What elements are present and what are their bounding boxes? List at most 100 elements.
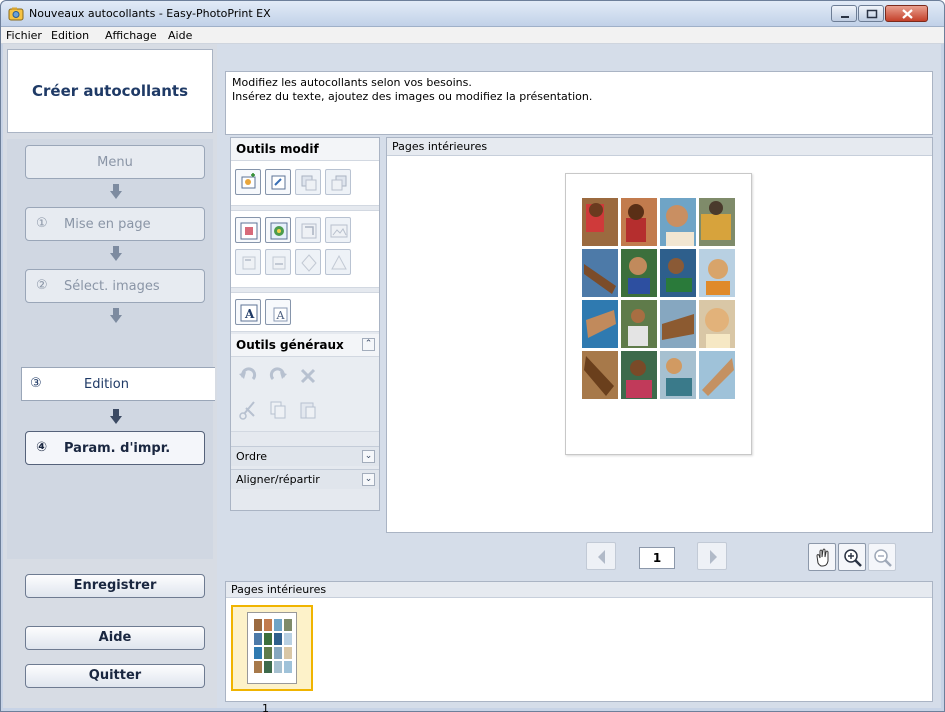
undo-icon xyxy=(239,367,257,381)
image-edit-button[interactable] xyxy=(265,217,291,243)
thumbnail-panel: Pages intérieures 1 xyxy=(225,581,933,712)
general-tools-group xyxy=(231,356,379,432)
replace-image-icon xyxy=(271,175,286,190)
instruction-box: Modifiez les autocollants selon vos beso… xyxy=(225,71,933,135)
step-print-settings-button[interactable]: ④ Param. d'impr. xyxy=(25,431,205,465)
effect-button[interactable] xyxy=(325,249,351,275)
zoom-in-button[interactable] xyxy=(838,543,866,571)
maximize-button[interactable] xyxy=(858,5,884,22)
next-page-button[interactable] xyxy=(697,542,727,570)
add-image-button[interactable] xyxy=(235,169,261,195)
page-navigation: 1 xyxy=(386,536,933,576)
order-section[interactable]: Ordre ⌄ xyxy=(231,446,379,466)
step-label: Mise en page xyxy=(64,217,151,232)
general-tools-label: Outils généraux xyxy=(236,338,344,352)
frame-icon xyxy=(240,222,258,240)
flip-button[interactable] xyxy=(295,249,321,275)
send-backward-button[interactable] xyxy=(325,169,351,195)
add-text-button[interactable]: A xyxy=(235,299,261,325)
menu-fichier[interactable]: Fichier xyxy=(6,29,42,42)
help-button[interactable]: Aide xyxy=(25,626,205,650)
thumbnail-photos xyxy=(254,619,292,673)
zoom-out-button[interactable] xyxy=(868,543,896,571)
layer-down-icon xyxy=(331,175,347,191)
rotate-left-button[interactable] xyxy=(235,249,261,275)
close-button[interactable] xyxy=(885,5,928,22)
preview-header: Pages intérieures xyxy=(387,138,932,156)
paste-icon xyxy=(300,402,316,419)
minimize-button[interactable] xyxy=(831,5,857,22)
delete-button[interactable] xyxy=(295,363,321,389)
page-number: 1 xyxy=(639,547,675,569)
undo-button[interactable] xyxy=(235,363,261,389)
add-text-icon: A xyxy=(240,304,258,322)
save-button[interactable]: Enregistrer xyxy=(25,574,205,598)
collapse-icon[interactable]: ⌃ xyxy=(362,338,375,351)
menu-bar: Fichier Edition Affichage Aide xyxy=(1,27,944,44)
step-label: Edition xyxy=(84,377,129,392)
thumbnail-label: 1 xyxy=(262,702,269,712)
step-label: Sélect. images xyxy=(64,279,160,294)
title-bar[interactable]: Nouveaux autocollants - Easy-PhotoPrint … xyxy=(1,1,944,27)
nav-header: Créer autocollants xyxy=(7,49,213,133)
step-list: Menu ① Mise en page ② Sélect. images ④ P… xyxy=(7,139,213,559)
edit-tools-group-2 xyxy=(231,210,379,288)
svg-text:A: A xyxy=(276,309,286,322)
step-label: Param. d'impr. xyxy=(64,441,171,456)
flip-icon xyxy=(301,254,317,272)
page-thumbnail[interactable] xyxy=(231,605,313,691)
cut-icon xyxy=(239,401,255,420)
crop-button[interactable] xyxy=(295,217,321,243)
rotate-left-icon xyxy=(242,256,256,270)
replace-image-button[interactable] xyxy=(265,169,291,195)
hand-icon xyxy=(816,548,829,567)
image-properties-icon xyxy=(330,224,348,238)
expand-icon[interactable]: ⌄ xyxy=(362,473,375,486)
text-tools-group: A A xyxy=(231,292,379,332)
align-section[interactable]: Aligner/répartir ⌄ xyxy=(231,469,379,489)
expand-icon[interactable]: ⌄ xyxy=(362,450,375,463)
delete-icon xyxy=(300,368,316,384)
preview-panel: Pages intérieures xyxy=(386,137,933,533)
zoom-in-icon xyxy=(844,549,862,567)
add-image-icon xyxy=(241,173,256,189)
menu-aide[interactable]: Aide xyxy=(168,29,192,42)
app-icon xyxy=(8,7,24,21)
frame-button[interactable] xyxy=(235,217,261,243)
paste-button[interactable] xyxy=(295,397,321,423)
previous-page-button[interactable] xyxy=(586,542,616,570)
step-number: ② xyxy=(36,278,48,293)
menu-affichage[interactable]: Affichage xyxy=(105,29,157,42)
redo-button[interactable] xyxy=(265,363,291,389)
step-edition-current[interactable]: ③ Edition xyxy=(21,367,215,401)
quit-button[interactable]: Quitter xyxy=(25,664,205,688)
down-arrow-icon xyxy=(110,308,122,323)
edit-tools-group-1 xyxy=(231,160,379,206)
copy-icon xyxy=(270,401,286,419)
thumbnail-page xyxy=(247,612,297,684)
layer-up-icon xyxy=(301,175,317,191)
step-menu-button[interactable]: Menu xyxy=(25,145,205,179)
copy-button[interactable] xyxy=(265,397,291,423)
align-label: Aligner/répartir xyxy=(236,473,320,486)
step-number: ④ xyxy=(36,440,48,455)
step-select-images-button[interactable]: ② Sélect. images xyxy=(25,269,205,303)
vertical-text-button[interactable]: A xyxy=(265,299,291,325)
chevron-right-icon xyxy=(710,550,717,564)
pan-button[interactable] xyxy=(808,543,836,571)
step-layout-button[interactable]: ① Mise en page xyxy=(25,207,205,241)
maximize-icon xyxy=(866,9,878,19)
order-label: Ordre xyxy=(236,450,268,463)
cut-button[interactable] xyxy=(235,397,261,423)
image-properties-button[interactable] xyxy=(325,217,351,243)
rotate-right-button[interactable] xyxy=(265,249,291,275)
svg-text:A: A xyxy=(244,307,255,321)
step-number: ① xyxy=(36,216,48,231)
bring-forward-button[interactable] xyxy=(295,169,321,195)
chevron-left-icon xyxy=(598,550,605,564)
down-arrow-icon xyxy=(110,246,122,261)
client-area: Créer autocollants Menu ① Mise en page ②… xyxy=(3,44,941,712)
menu-edition[interactable]: Edition xyxy=(51,29,89,42)
window-title: Nouveaux autocollants - Easy-PhotoPrint … xyxy=(29,7,271,20)
sticker-sheet[interactable] xyxy=(565,173,752,455)
